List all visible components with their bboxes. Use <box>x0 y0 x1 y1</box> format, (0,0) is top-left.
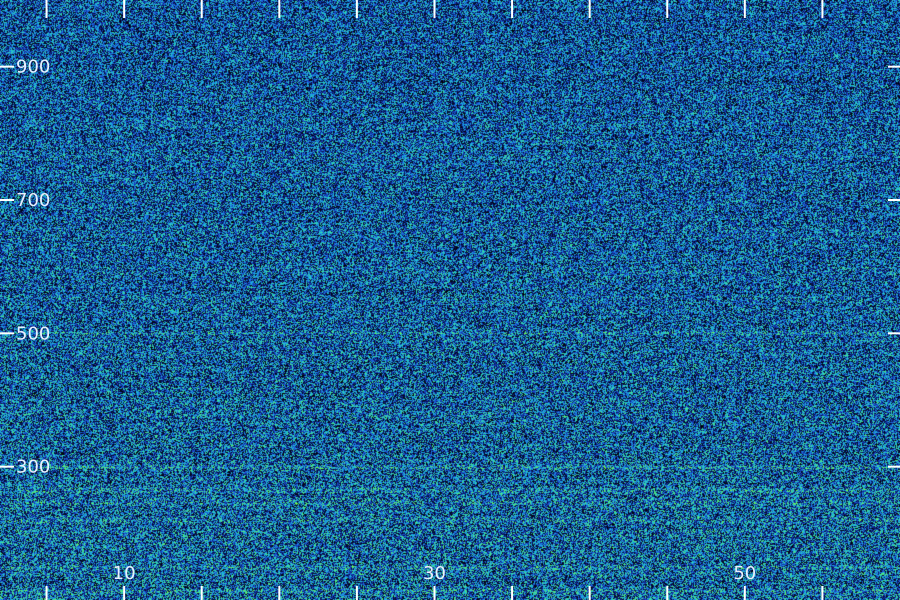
spectrogram-chart: 10 30 50 900 700 500 300 <box>0 0 900 600</box>
x-tick-label-30: 30 <box>423 563 446 584</box>
x-tick-labels: 10 30 50 <box>113 563 757 584</box>
x-tick-label-50: 50 <box>733 563 756 584</box>
x-ticks-bottom <box>45 586 824 600</box>
axis-overlay: 10 30 50 900 700 500 300 <box>0 0 900 600</box>
y-tick-label-700: 700 <box>16 190 50 211</box>
y-ticks-right <box>888 65 900 468</box>
y-tick-label-300: 300 <box>16 457 50 478</box>
x-ticks-top <box>45 0 824 18</box>
y-tick-label-900: 900 <box>16 57 50 78</box>
y-tick-label-500: 500 <box>16 323 50 344</box>
x-tick-label-10: 10 <box>113 563 136 584</box>
y-ticks-left <box>0 65 14 468</box>
y-tick-labels: 900 700 500 300 <box>16 57 50 478</box>
